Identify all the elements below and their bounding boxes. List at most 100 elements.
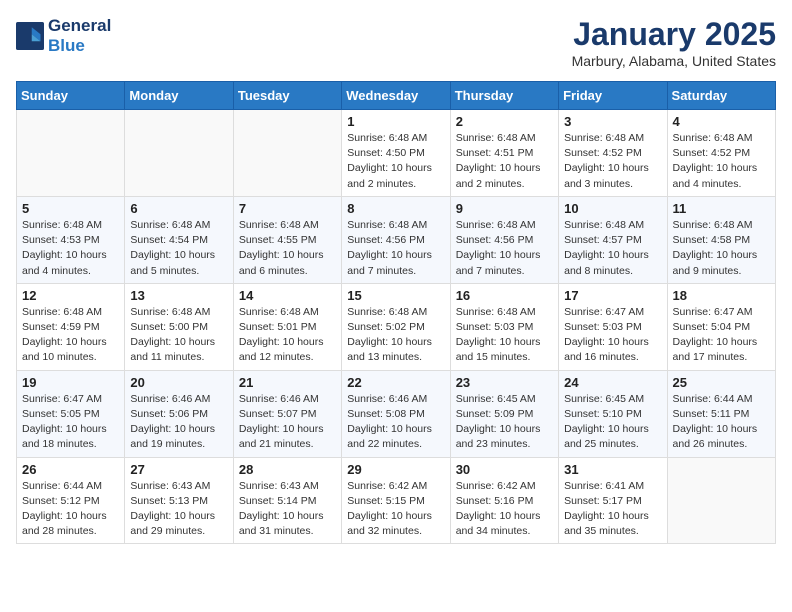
day-number: 12	[22, 288, 119, 303]
day-info: Sunrise: 6:42 AM Sunset: 5:16 PM Dayligh…	[456, 479, 553, 540]
day-info: Sunrise: 6:48 AM Sunset: 4:52 PM Dayligh…	[564, 131, 661, 192]
day-info: Sunrise: 6:48 AM Sunset: 4:54 PM Dayligh…	[130, 218, 227, 279]
weekday-header: Thursday	[450, 82, 558, 110]
calendar-cell: 8 Sunrise: 6:48 AM Sunset: 4:56 PM Daylig…	[342, 196, 450, 283]
calendar-week-row: 12 Sunrise: 6:48 AM Sunset: 4:59 PM Dayli…	[17, 283, 776, 370]
calendar-cell: 13 Sunrise: 6:48 AM Sunset: 5:00 PM Dayli…	[125, 283, 233, 370]
calendar-cell	[17, 110, 125, 197]
day-number: 10	[564, 201, 661, 216]
calendar-cell: 18 Sunrise: 6:47 AM Sunset: 5:04 PM Dayli…	[667, 283, 775, 370]
day-number: 21	[239, 375, 336, 390]
day-number: 7	[239, 201, 336, 216]
weekday-header: Monday	[125, 82, 233, 110]
calendar-cell: 27 Sunrise: 6:43 AM Sunset: 5:13 PM Dayli…	[125, 457, 233, 544]
calendar-cell: 21 Sunrise: 6:46 AM Sunset: 5:07 PM Dayli…	[233, 370, 341, 457]
calendar-cell: 4 Sunrise: 6:48 AM Sunset: 4:52 PM Daylig…	[667, 110, 775, 197]
calendar-week-row: 5 Sunrise: 6:48 AM Sunset: 4:53 PM Daylig…	[17, 196, 776, 283]
day-info: Sunrise: 6:48 AM Sunset: 4:53 PM Dayligh…	[22, 218, 119, 279]
day-number: 15	[347, 288, 444, 303]
calendar-cell: 24Sunrise: 6:45 AM Sunset: 5:10 PM Dayli…	[559, 370, 667, 457]
calendar-week-row: 19Sunrise: 6:47 AM Sunset: 5:05 PM Dayli…	[17, 370, 776, 457]
calendar-cell: 28Sunrise: 6:43 AM Sunset: 5:14 PM Dayli…	[233, 457, 341, 544]
day-info: Sunrise: 6:43 AM Sunset: 5:13 PM Dayligh…	[130, 479, 227, 540]
calendar-cell: 11Sunrise: 6:48 AM Sunset: 4:58 PM Dayli…	[667, 196, 775, 283]
day-number: 13	[130, 288, 227, 303]
day-info: Sunrise: 6:44 AM Sunset: 5:11 PM Dayligh…	[673, 392, 770, 453]
day-info: Sunrise: 6:46 AM Sunset: 5:07 PM Dayligh…	[239, 392, 336, 453]
weekday-header: Tuesday	[233, 82, 341, 110]
day-info: Sunrise: 6:48 AM Sunset: 4:50 PM Dayligh…	[347, 131, 444, 192]
day-number: 22	[347, 375, 444, 390]
calendar-cell: 22 Sunrise: 6:46 AM Sunset: 5:08 PM Dayli…	[342, 370, 450, 457]
day-info: Sunrise: 6:48 AM Sunset: 4:55 PM Dayligh…	[239, 218, 336, 279]
day-info: Sunrise: 6:47 AM Sunset: 5:04 PM Dayligh…	[673, 305, 770, 366]
day-number: 28	[239, 462, 336, 477]
day-number: 27	[130, 462, 227, 477]
logo-text: General Blue	[48, 16, 111, 55]
calendar-table: SundayMondayTuesdayWednesdayThursdayFrid…	[16, 81, 776, 544]
day-number: 24	[564, 375, 661, 390]
day-info: Sunrise: 6:41 AM Sunset: 5:17 PM Dayligh…	[564, 479, 661, 540]
calendar-cell	[233, 110, 341, 197]
calendar-cell: 2 Sunrise: 6:48 AM Sunset: 4:51 PM Daylig…	[450, 110, 558, 197]
weekday-header: Wednesday	[342, 82, 450, 110]
day-number: 17	[564, 288, 661, 303]
day-number: 1	[347, 114, 444, 129]
day-info: Sunrise: 6:48 AM Sunset: 5:02 PM Dayligh…	[347, 305, 444, 366]
day-number: 4	[673, 114, 770, 129]
day-info: Sunrise: 6:48 AM Sunset: 4:56 PM Dayligh…	[347, 218, 444, 279]
calendar-cell: 10 Sunrise: 6:48 AM Sunset: 4:57 PM Dayli…	[559, 196, 667, 283]
day-number: 19	[22, 375, 119, 390]
day-number: 11	[673, 201, 770, 216]
day-number: 31	[564, 462, 661, 477]
day-info: Sunrise: 6:48 AM Sunset: 4:59 PM Dayligh…	[22, 305, 119, 366]
day-number: 29	[347, 462, 444, 477]
weekday-header: Friday	[559, 82, 667, 110]
day-info: Sunrise: 6:48 AM Sunset: 4:51 PM Dayligh…	[456, 131, 553, 192]
day-info: Sunrise: 6:47 AM Sunset: 5:03 PM Dayligh…	[564, 305, 661, 366]
day-info: Sunrise: 6:44 AM Sunset: 5:12 PM Dayligh…	[22, 479, 119, 540]
calendar-cell: 6 Sunrise: 6:48 AM Sunset: 4:54 PM Daylig…	[125, 196, 233, 283]
month-title: January 2025	[572, 16, 776, 53]
calendar-cell: 23 Sunrise: 6:45 AM Sunset: 5:09 PM Dayli…	[450, 370, 558, 457]
day-info: Sunrise: 6:48 AM Sunset: 5:00 PM Dayligh…	[130, 305, 227, 366]
day-info: Sunrise: 6:48 AM Sunset: 4:56 PM Dayligh…	[456, 218, 553, 279]
weekday-header: Sunday	[17, 82, 125, 110]
day-number: 16	[456, 288, 553, 303]
day-info: Sunrise: 6:45 AM Sunset: 5:09 PM Dayligh…	[456, 392, 553, 453]
logo-icon	[16, 22, 44, 50]
calendar-week-row: 1 Sunrise: 6:48 AM Sunset: 4:50 PM Daylig…	[17, 110, 776, 197]
day-number: 23	[456, 375, 553, 390]
weekday-header-row: SundayMondayTuesdayWednesdayThursdayFrid…	[17, 82, 776, 110]
day-number: 6	[130, 201, 227, 216]
day-number: 9	[456, 201, 553, 216]
day-number: 18	[673, 288, 770, 303]
calendar-cell: 25Sunrise: 6:44 AM Sunset: 5:11 PM Dayli…	[667, 370, 775, 457]
calendar-cell	[125, 110, 233, 197]
day-info: Sunrise: 6:46 AM Sunset: 5:08 PM Dayligh…	[347, 392, 444, 453]
calendar-cell: 12 Sunrise: 6:48 AM Sunset: 4:59 PM Dayli…	[17, 283, 125, 370]
day-number: 8	[347, 201, 444, 216]
day-info: Sunrise: 6:48 AM Sunset: 4:57 PM Dayligh…	[564, 218, 661, 279]
day-number: 2	[456, 114, 553, 129]
calendar-cell: 31 Sunrise: 6:41 AM Sunset: 5:17 PM Dayli…	[559, 457, 667, 544]
calendar-cell: 20Sunrise: 6:46 AM Sunset: 5:06 PM Dayli…	[125, 370, 233, 457]
calendar-cell: 26Sunrise: 6:44 AM Sunset: 5:12 PM Dayli…	[17, 457, 125, 544]
calendar-cell: 29Sunrise: 6:42 AM Sunset: 5:15 PM Dayli…	[342, 457, 450, 544]
day-info: Sunrise: 6:48 AM Sunset: 5:03 PM Dayligh…	[456, 305, 553, 366]
calendar-week-row: 26Sunrise: 6:44 AM Sunset: 5:12 PM Dayli…	[17, 457, 776, 544]
calendar-cell: 30 Sunrise: 6:42 AM Sunset: 5:16 PM Dayli…	[450, 457, 558, 544]
calendar-cell: 15 Sunrise: 6:48 AM Sunset: 5:02 PM Dayli…	[342, 283, 450, 370]
title-block: January 2025 Marbury, Alabama, United St…	[572, 16, 776, 69]
calendar-cell: 3Sunrise: 6:48 AM Sunset: 4:52 PM Daylig…	[559, 110, 667, 197]
calendar-cell: 19Sunrise: 6:47 AM Sunset: 5:05 PM Dayli…	[17, 370, 125, 457]
day-info: Sunrise: 6:46 AM Sunset: 5:06 PM Dayligh…	[130, 392, 227, 453]
calendar-cell: 16 Sunrise: 6:48 AM Sunset: 5:03 PM Dayli…	[450, 283, 558, 370]
day-number: 5	[22, 201, 119, 216]
day-info: Sunrise: 6:48 AM Sunset: 4:52 PM Dayligh…	[673, 131, 770, 192]
logo: General Blue	[16, 16, 111, 55]
page-header: General Blue January 2025 Marbury, Alaba…	[16, 16, 776, 69]
calendar-cell: 9 Sunrise: 6:48 AM Sunset: 4:56 PM Daylig…	[450, 196, 558, 283]
day-number: 30	[456, 462, 553, 477]
calendar-cell: 14Sunrise: 6:48 AM Sunset: 5:01 PM Dayli…	[233, 283, 341, 370]
